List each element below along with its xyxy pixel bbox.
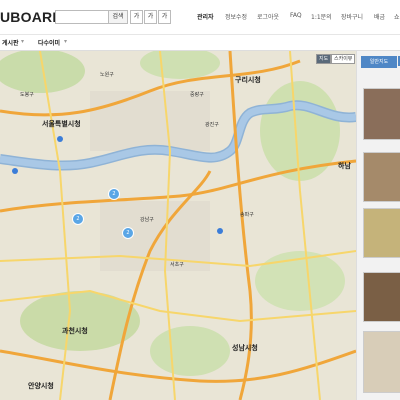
- map-dot-marker: [217, 228, 223, 234]
- map-label-dobong: 도봉구: [20, 92, 34, 98]
- map-label-nowon: 노원구: [100, 72, 114, 78]
- map-label-gangnam: 강남구: [140, 217, 154, 223]
- map-urban-area: [90, 91, 210, 151]
- cluster-marker[interactable]: 2: [122, 227, 134, 239]
- cluster-marker[interactable]: 2: [108, 188, 120, 200]
- nav-logout[interactable]: 로그아웃: [257, 12, 279, 21]
- map-urban-area: [100, 201, 210, 271]
- map-canvas: [0, 51, 356, 400]
- nav-delivery[interactable]: 배금: [374, 12, 385, 21]
- nav-more[interactable]: 쇼: [394, 12, 400, 21]
- listing-thumbnail[interactable]: [363, 88, 400, 140]
- cluster-marker[interactable]: 2: [72, 213, 84, 225]
- listing-thumbnail[interactable]: [363, 331, 400, 393]
- map-type-button-map[interactable]: 지도: [316, 54, 332, 64]
- map-park: [140, 51, 220, 79]
- map-dot-marker: [57, 136, 63, 142]
- nav-cart[interactable]: 장바구니: [341, 12, 363, 21]
- map-type-button-skyview[interactable]: 스카이뷰: [331, 54, 356, 64]
- font-size-button-small[interactable]: 가: [130, 10, 143, 24]
- map-label-seoul-city-hall: 서울특별시청: [42, 120, 81, 128]
- map-label-gwangjin: 광진구: [205, 122, 219, 128]
- map-label-songpa: 송파구: [240, 212, 254, 218]
- nav-inquiry[interactable]: 1:1문의: [311, 12, 332, 21]
- sub-navigation: 게시판 ▾ 다수이미 ▾: [0, 35, 400, 51]
- map-park: [255, 251, 345, 311]
- map-park: [260, 81, 340, 181]
- listing-thumbnail[interactable]: [363, 208, 400, 258]
- subnav-board[interactable]: 게시판: [2, 38, 19, 47]
- map-view[interactable]: 서울특별시청 구리시청 과천시청 성남시청 안양시청 하남 강남구 송파구 서초…: [0, 51, 356, 400]
- map-label-jungnang: 중랑구: [190, 92, 204, 98]
- map-label-gwacheon: 과천시청: [62, 327, 88, 335]
- listing-thumbnail[interactable]: [363, 272, 400, 322]
- listing-sidebar: 일반지도: [356, 51, 400, 400]
- sidebar-tab-map[interactable]: 일반지도: [361, 56, 397, 68]
- font-size-button-large[interactable]: 가: [158, 10, 171, 24]
- map-label-seocho: 서초구: [170, 262, 184, 268]
- map-label-hanam: 하남: [338, 162, 351, 170]
- subnav-multi-image[interactable]: 다수이미: [38, 38, 60, 47]
- map-label-anyang: 안양시청: [28, 382, 54, 390]
- font-size-button-medium[interactable]: 가: [144, 10, 157, 24]
- map-dot-marker: [12, 168, 18, 174]
- nav-admin[interactable]: 관리자: [197, 12, 214, 21]
- map-label-guri: 구리시청: [235, 76, 261, 84]
- map-park: [150, 326, 230, 376]
- listing-thumbnail[interactable]: [363, 152, 400, 202]
- site-header: UBOARDS 검색 가 가 가 관리자 정보수정 로그아웃 FAQ 1:1문의…: [0, 0, 400, 35]
- search-button[interactable]: 검색: [108, 10, 128, 24]
- chevron-down-icon[interactable]: ▾: [21, 38, 24, 45]
- search-input[interactable]: [55, 10, 109, 24]
- nav-profile-edit[interactable]: 정보수정: [225, 12, 247, 21]
- chevron-down-icon[interactable]: ▾: [64, 38, 67, 45]
- map-label-seongnam: 성남시청: [232, 344, 258, 352]
- nav-faq[interactable]: FAQ: [290, 12, 302, 19]
